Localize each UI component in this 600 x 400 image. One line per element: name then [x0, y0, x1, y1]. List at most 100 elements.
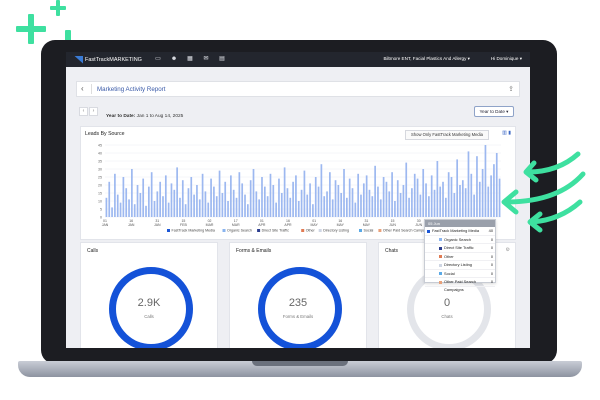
bar	[249, 180, 252, 217]
prev-period-button[interactable]: ‹	[79, 107, 88, 116]
legend-swatch	[222, 229, 226, 232]
calendar-icon[interactable]: ▦	[186, 56, 194, 63]
bar	[484, 145, 487, 217]
bar	[306, 194, 309, 217]
bar	[348, 178, 351, 217]
bar	[467, 151, 470, 217]
forms-emails-card[interactable]: Forms & Emails 235 Forms & Emails	[229, 242, 367, 348]
x-tick-label: MAY	[363, 223, 371, 227]
bar	[114, 173, 116, 217]
bar	[388, 191, 391, 217]
legend-swatch	[359, 229, 362, 232]
y-tick-label: 5	[100, 207, 102, 211]
chart-view-icons: ▥ ▮	[502, 130, 511, 136]
x-tick-label: MAR	[206, 223, 214, 227]
chevron-left-icon[interactable]: ‹	[81, 84, 84, 93]
tooltip-label: Social	[444, 270, 455, 276]
column-chart-icon[interactable]: ▮	[508, 130, 511, 136]
bar	[476, 156, 478, 217]
settings-icon[interactable]: ⚙	[506, 247, 510, 253]
bar	[232, 189, 235, 217]
bar	[227, 201, 229, 217]
bar	[459, 185, 461, 217]
bar	[340, 193, 343, 217]
bar	[430, 175, 433, 217]
bar	[266, 196, 269, 217]
bar	[142, 178, 145, 217]
date-pager: ‹ ›	[79, 107, 98, 116]
bar	[244, 194, 246, 217]
bar	[111, 207, 113, 217]
bar	[425, 183, 427, 217]
bar	[241, 183, 244, 217]
bar	[218, 170, 221, 217]
bar	[125, 188, 128, 217]
legend-swatch	[439, 246, 442, 250]
x-tick-label: FEB	[180, 223, 187, 227]
user-menu[interactable]: Hi Dominique ▾	[491, 56, 522, 62]
date-range-prefix: Year to Date:	[106, 114, 136, 119]
y-tick-label: 0	[100, 215, 102, 219]
y-tick-label: 40	[98, 151, 102, 155]
y-tick-label: 10	[98, 199, 102, 203]
bar	[413, 173, 416, 217]
calls-card[interactable]: Calls 2.9K Calls	[80, 242, 218, 348]
bar	[326, 191, 328, 217]
legend-label: Directory Listing	[323, 229, 349, 233]
page-title: Marketing Activity Report	[97, 86, 166, 93]
bar	[261, 177, 263, 217]
laptop-notch	[252, 361, 348, 366]
plus-decoration	[16, 14, 46, 44]
date-range-dropdown[interactable]: Year to Date ▾	[474, 106, 514, 117]
mail-icon[interactable]: ✉	[202, 56, 210, 63]
legend-label: Other	[306, 229, 316, 233]
bar	[280, 193, 283, 217]
bar	[295, 175, 297, 217]
bar	[131, 169, 133, 217]
bar	[354, 202, 357, 217]
legend-swatch	[439, 238, 442, 241]
arrow-icon	[503, 171, 586, 205]
bar	[402, 185, 405, 217]
grid-icon[interactable]: ▤	[218, 56, 226, 63]
users-icon[interactable]: ☻	[170, 56, 178, 63]
bar	[181, 180, 184, 217]
bar	[365, 175, 368, 217]
tooltip-row: Direct Site Traffic 0	[425, 244, 495, 253]
bar	[331, 199, 334, 217]
bar	[450, 177, 453, 217]
bar	[345, 197, 348, 217]
tooltip-row: Directory Listing 0	[425, 261, 495, 270]
bar	[224, 181, 227, 217]
tooltip-value: 0	[490, 270, 493, 276]
bar	[303, 170, 306, 217]
legend-swatch	[439, 272, 442, 275]
organization-selector[interactable]: Biltmore ENT, Facial Plastics And Allerg…	[383, 56, 470, 62]
share-icon[interactable]: ⇪	[508, 85, 514, 93]
bar	[184, 204, 187, 217]
x-tick-label: JUN	[389, 223, 396, 227]
bar	[422, 169, 425, 217]
show-only-fasttrack-button[interactable]: Show Only FastTrack Marketing Media	[405, 130, 489, 140]
x-tick-label: JAN	[154, 223, 161, 227]
laptop-screen: FastTrackMARKETING ▭ ☻ ▦ ✉ ▤ Biltmore EN…	[66, 52, 530, 348]
brand-logo[interactable]: FastTrackMARKETING	[74, 55, 142, 64]
bar-chart-icon[interactable]: ▥	[502, 130, 507, 136]
card-title: Chats	[385, 248, 399, 254]
bar	[447, 172, 450, 217]
bar	[391, 172, 393, 217]
monitor-icon[interactable]: ▭	[154, 56, 162, 63]
bar	[176, 167, 178, 217]
x-tick-label: MAY	[310, 223, 318, 227]
legend-swatch	[427, 229, 430, 233]
date-range-value: Jan 1 to Aug 14, 2025	[136, 114, 184, 119]
bar	[309, 183, 311, 217]
top-navigation: FastTrackMARKETING ▭ ☻ ▦ ✉ ▤ Biltmore EN…	[66, 52, 530, 67]
tooltip-value: 0	[490, 279, 493, 284]
tooltip-row: Organic Search 0	[425, 236, 495, 244]
bar	[436, 161, 439, 217]
bar	[286, 188, 289, 217]
next-period-button[interactable]: ›	[89, 107, 98, 116]
arrow-decoration	[501, 151, 586, 233]
card-title: Forms & Emails	[236, 248, 272, 254]
